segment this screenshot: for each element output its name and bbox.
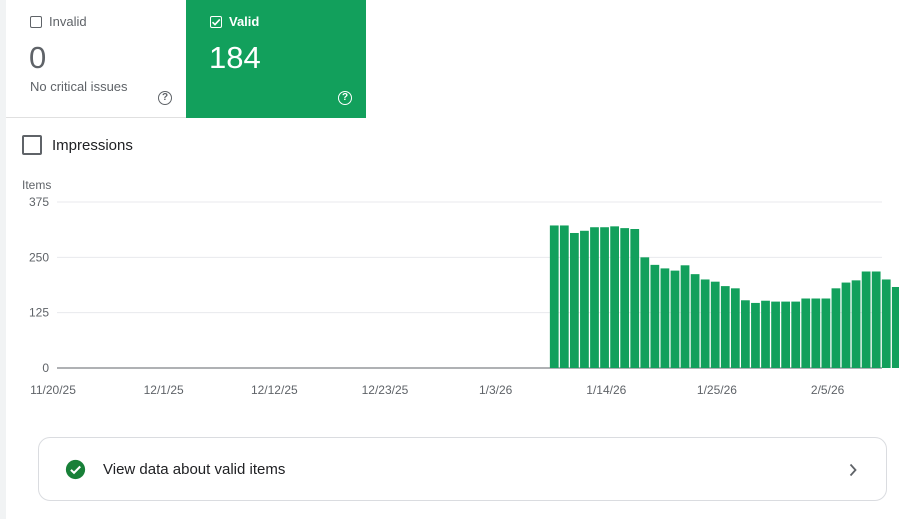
x-tick-label: 12/1/25: [144, 383, 184, 397]
view-valid-items-link[interactable]: View data about valid items: [38, 437, 887, 501]
chart-bar[interactable]: [791, 301, 801, 368]
chart-bar[interactable]: [861, 271, 871, 368]
y-tick-label: 375: [29, 195, 49, 209]
x-tick-label: 1/3/26: [479, 383, 513, 397]
chart-bar[interactable]: [741, 300, 750, 368]
x-tick-label: 1/25/26: [697, 383, 737, 397]
chart-bar[interactable]: [751, 302, 760, 368]
chart-bar[interactable]: [761, 300, 770, 368]
chevron-right-icon: [849, 463, 857, 477]
chart-bar[interactable]: [640, 257, 650, 368]
chart-bar[interactable]: [781, 301, 791, 368]
chart-bar[interactable]: [871, 271, 881, 368]
chart-bar[interactable]: [821, 298, 831, 368]
chart-bar[interactable]: [590, 227, 599, 368]
chart-bar[interactable]: [549, 225, 559, 368]
index-coverage-card: Invalid 0 No critical issues ? Valid 184…: [6, 0, 899, 519]
impressions-label: Impressions: [52, 136, 133, 154]
chart-bar[interactable]: [891, 286, 899, 368]
view-valid-items-label: View data about valid items: [103, 460, 286, 478]
chart-bar[interactable]: [670, 270, 680, 368]
chart-bar[interactable]: [559, 225, 569, 368]
help-circle-icon[interactable]: ?: [158, 91, 172, 105]
help-circle-icon[interactable]: ?: [338, 91, 352, 105]
invalid-tile[interactable]: Invalid 0 No critical issues ?: [6, 0, 186, 118]
chart-bar[interactable]: [841, 282, 851, 368]
y-tick-label: 125: [29, 306, 49, 320]
chart-bar[interactable]: [700, 279, 710, 368]
check-circle-icon: [65, 459, 86, 479]
valid-label: Valid: [229, 14, 260, 29]
chart-bar[interactable]: [650, 264, 660, 368]
chart-bar[interactable]: [881, 279, 891, 368]
valid-items-chart: Items 0 125 250 375 11/20/25 12/1/25 12/12/25 12…: [22, 178, 899, 397]
chart-bar[interactable]: [620, 228, 630, 368]
chart-bar[interactable]: [811, 298, 821, 368]
valid-tile[interactable]: Valid 184 ?: [186, 0, 366, 118]
x-tick-label: 1/14/26: [586, 383, 626, 397]
chart-bar[interactable]: [610, 226, 619, 368]
x-tick-label: 11/20/25: [30, 383, 76, 397]
chart-bar[interactable]: [569, 232, 579, 368]
y-tick-label: 250: [29, 250, 49, 264]
chart-bar[interactable]: [600, 227, 609, 368]
invalid-checkbox[interactable]: [30, 15, 42, 28]
invalid-subtext: No critical issues: [30, 79, 128, 94]
checkmark-icon: [211, 18, 221, 26]
chart-bar[interactable]: [710, 281, 720, 368]
chart-bar[interactable]: [660, 268, 670, 368]
x-tick-label: 12/23/25: [362, 383, 409, 397]
impressions-toggle[interactable]: Impressions: [22, 135, 133, 155]
chart-bar[interactable]: [680, 265, 690, 368]
valid-checkbox[interactable]: [210, 15, 222, 28]
chart-bar[interactable]: [771, 301, 780, 368]
x-tick-label: 2/5/26: [811, 383, 845, 397]
chart-bar[interactable]: [851, 280, 861, 368]
invalid-count: 0: [29, 40, 47, 75]
chart-bar[interactable]: [730, 288, 740, 368]
y-tick-label: 0: [42, 361, 49, 375]
chart-bar[interactable]: [720, 286, 730, 368]
chart-bar[interactable]: [630, 229, 640, 368]
impressions-checkbox[interactable]: [22, 135, 42, 155]
chart-bar[interactable]: [801, 298, 811, 368]
chart-bar[interactable]: [831, 288, 841, 368]
valid-count: 184: [209, 40, 261, 75]
x-tick-label: 12/12/25: [251, 383, 298, 397]
invalid-label: Invalid: [49, 14, 87, 29]
y-axis-label: Items: [22, 178, 51, 192]
chart-bar[interactable]: [690, 274, 700, 368]
chart-bar[interactable]: [580, 230, 589, 368]
